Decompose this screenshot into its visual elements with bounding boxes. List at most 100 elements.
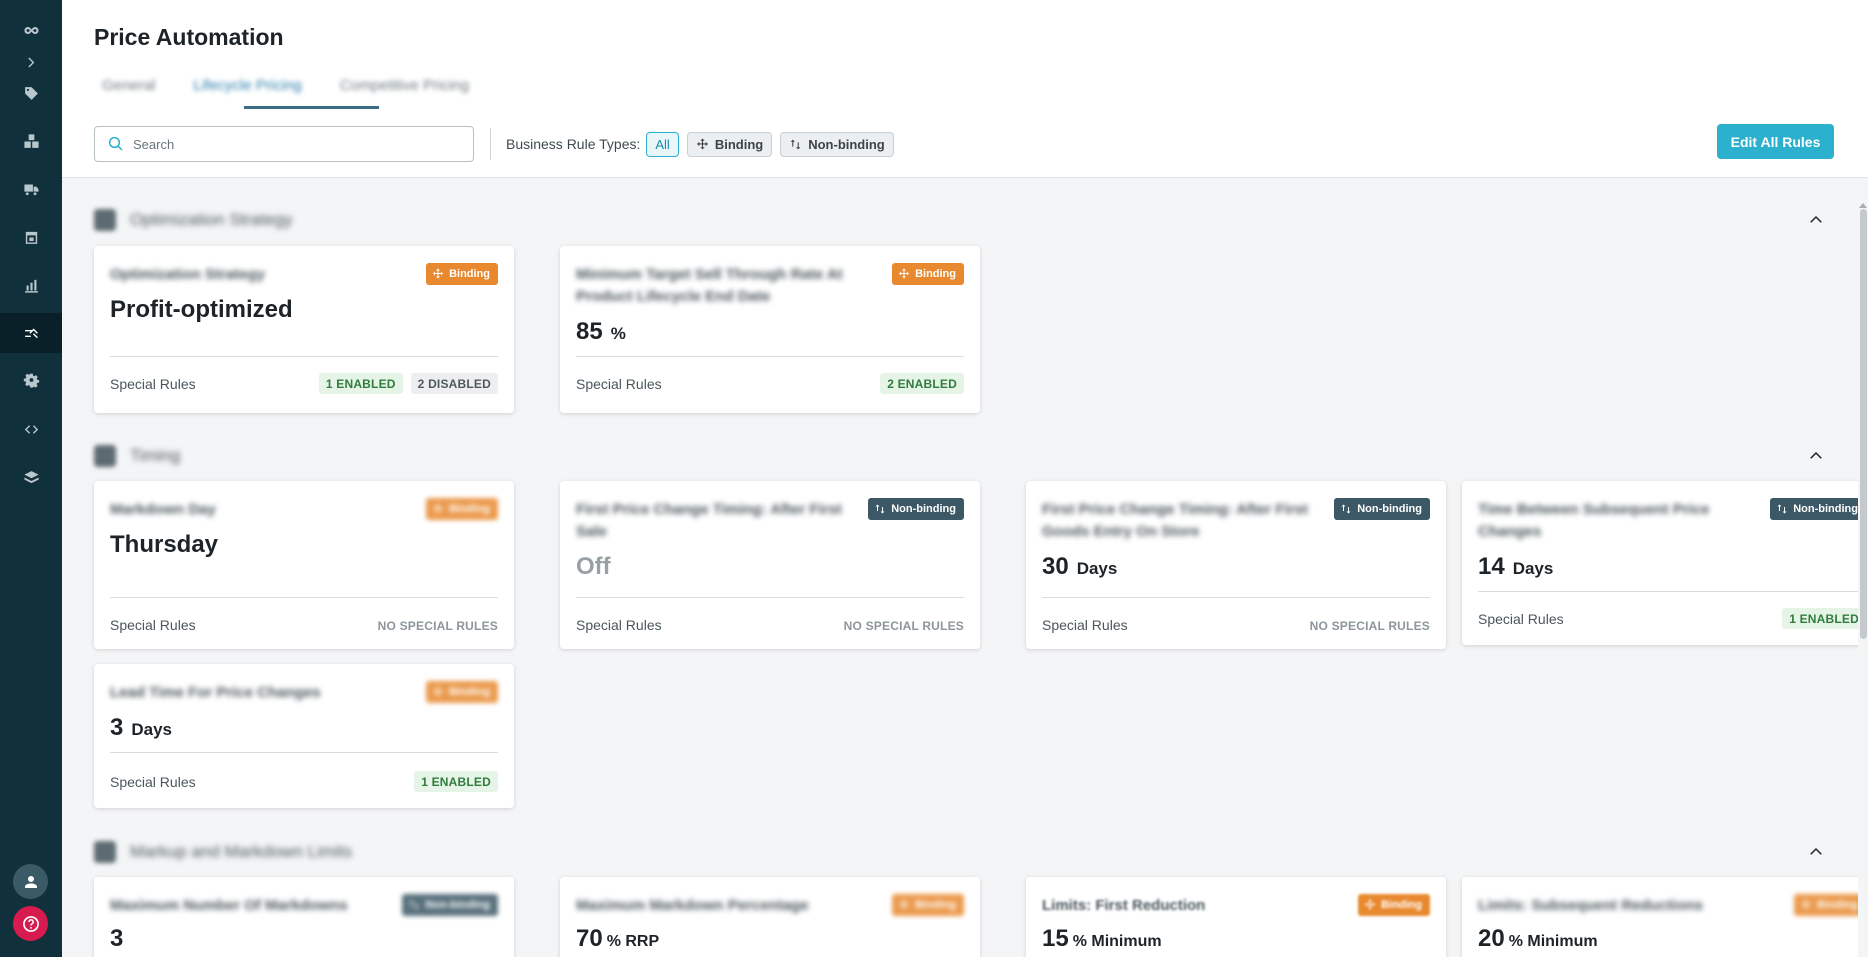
rule-card[interactable]: Limits: First Reduction Binding 15 % Min… [1026,877,1446,957]
boxes-icon[interactable] [0,121,62,161]
gear-icon[interactable] [0,361,62,401]
special-rules-status: 1 ENABLED 2 DISABLED [311,373,498,394]
card-value: 20 % Minimum [1478,925,1598,952]
scroll-thumb[interactable] [1860,209,1867,639]
binding-badge: Binding [426,498,498,520]
card-value: 70 % RRP [576,925,660,952]
collapse-button[interactable] [1796,205,1836,235]
card-value: 14 Days [1478,553,1554,580]
special-rules-label: Special Rules [576,617,662,633]
toolbar-divider [490,128,491,160]
card-title: Optimization Strategy [110,266,266,283]
bar-chart-icon[interactable] [0,265,62,305]
move-arrows-icon [1801,899,1812,910]
rules-content: Optimization Strategy Optimization Strat… [62,179,1858,957]
non-binding-badge: Non-binding [402,894,498,916]
calendar-icon[interactable] [0,217,62,257]
rule-card[interactable]: Time Between Subsequent Price Changes No… [1462,481,1858,645]
move-arrows-icon [899,268,910,279]
rule-card[interactable]: Optimization Strategy Binding Profit-opt… [94,246,514,413]
no-special-rules-text: NO SPECIAL RULES [843,618,964,633]
tab-lifecycle-pricing[interactable]: Lifecycle Pricing [185,72,309,108]
section-header-timing: Timing [94,441,1836,471]
card-title: Time Between Subsequent Price Changes [1478,501,1710,540]
limits-icon [94,841,116,863]
page-title: Price Automation [94,24,284,50]
rule-card[interactable]: Minimum Target Sell Through Rate At Prod… [560,246,980,413]
special-rules-label: Special Rules [110,617,196,633]
rule-card[interactable]: Lead Time For Price Changes Binding 3 Da… [94,664,514,808]
filter-chip-binding[interactable]: Binding [686,131,773,157]
strategy-icon [94,209,116,231]
collapse-button[interactable] [1796,441,1836,471]
calendar-icon [94,445,116,467]
enabled-count-pill: 1 ENABLED [318,373,403,394]
section-title: Timing [130,446,181,465]
filter-chip-all[interactable]: All [646,131,679,157]
rule-card[interactable]: Limits: Subsequent Reductions Binding 20… [1462,877,1858,957]
non-binding-badge: Non-binding [1770,498,1858,520]
stack-icon[interactable] [0,457,62,497]
vertical-scrollbar[interactable] [1858,179,1868,957]
special-rules-label: Special Rules [110,376,196,392]
card-title: Lead Time For Price Changes [110,684,321,701]
binding-badge: Binding [1358,894,1430,916]
scroll-up-arrow[interactable] [1859,203,1867,208]
tab-bar: General Lifecycle Pricing Competitive Pr… [94,72,499,108]
card-value: 3 [110,925,124,952]
search-input[interactable] [133,136,453,152]
swap-arrows-icon [1341,504,1351,514]
chevron-up-icon [1810,451,1822,459]
card-title: First Price Change Timing: After First S… [576,501,842,540]
swap-arrows-icon [875,504,885,514]
no-special-rules-text: NO SPECIAL RULES [1309,618,1430,633]
card-value: 30 Days [1042,553,1118,580]
card-divider [576,597,964,598]
swap-arrows-icon [790,139,801,149]
enabled-count-pill: 1 ENABLED [1782,608,1858,629]
rule-card[interactable]: First Price Change Timing: After First S… [560,481,980,649]
edit-all-rules-button[interactable]: Edit All Rules [1717,124,1834,159]
code-icon[interactable] [0,409,62,449]
card-divider [576,356,964,357]
card-value: Thursday [110,531,219,558]
tab-competitive-pricing[interactable]: Competitive Pricing [332,72,477,108]
rule-card[interactable]: Markdown Day Binding Thursday Special Ru… [94,481,514,649]
special-rules-label: Special Rules [1042,617,1128,633]
move-arrows-icon [433,503,444,514]
card-title: Limits: Subsequent Reductions [1478,897,1704,914]
move-arrows-icon [433,686,444,697]
filter-chip-non-binding[interactable]: Non-binding [780,131,894,157]
chevron-up-icon [1810,847,1822,855]
tab-general[interactable]: General [94,72,163,108]
truck-icon[interactable] [0,169,62,209]
card-title: Minimum Target Sell Through Rate At Prod… [576,266,843,305]
help-icon[interactable] [13,906,48,941]
card-value: Profit-optimized [110,296,293,323]
card-title: Maximum Markdown Percentage [576,897,809,914]
rule-card[interactable]: Maximum Number Of Markdowns Non-binding … [94,877,514,957]
rule-card[interactable]: First Price Change Timing: After First G… [1026,481,1446,649]
section-header-optimization-strategy: Optimization Strategy [94,205,1836,235]
search-box[interactable] [94,126,474,162]
special-rules-status: 1 ENABLED [1774,608,1858,629]
collapse-button[interactable] [1796,837,1836,867]
section-title: Markup and Markdown Limits [130,842,353,861]
active-tab-indicator [244,106,379,109]
tag-icon[interactable] [0,73,62,113]
rule-types-label: Business Rule Types: [506,136,641,152]
card-title: Maximum Number Of Markdowns [110,897,348,914]
rule-type-filter: Business Rule Types: All Binding Non-bin… [506,131,902,157]
rule-card[interactable]: Maximum Markdown Percentage Binding 70 %… [560,877,980,957]
card-title: Limits: First Reduction [1042,897,1206,914]
non-binding-badge: Non-binding [868,498,964,520]
binding-badge: Binding [426,263,498,285]
card-title: Markdown Day [110,501,216,518]
card-divider [110,597,498,598]
search-icon [108,136,123,151]
sidebar [0,0,62,957]
price-automation-icon[interactable] [0,313,62,353]
user-icon[interactable] [13,864,48,899]
special-rules-label: Special Rules [1478,611,1564,627]
card-value: Off [576,553,611,580]
